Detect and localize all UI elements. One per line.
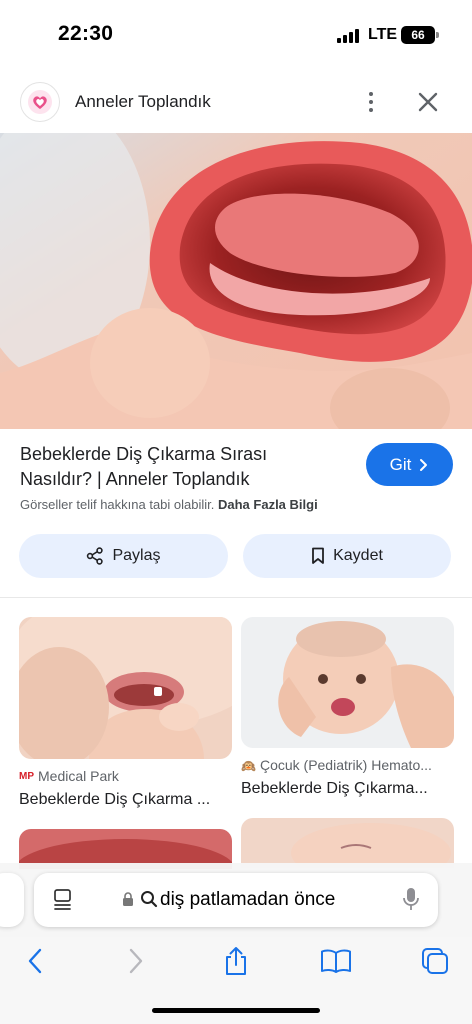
related-source: MP Medical Park xyxy=(19,768,119,784)
share-icon xyxy=(87,547,104,565)
search-icon xyxy=(141,891,158,908)
microphone-icon[interactable] xyxy=(402,887,420,913)
related-thumbnail[interactable] xyxy=(19,617,232,759)
save-label: Kaydet xyxy=(333,547,383,564)
previous-tab-peek[interactable] xyxy=(0,873,24,927)
go-button[interactable]: Git xyxy=(366,443,453,486)
related-title[interactable]: Bebeklerde Diş Çıkarma... xyxy=(241,780,454,798)
home-indicator xyxy=(152,1008,320,1013)
related-card[interactable] xyxy=(241,818,454,868)
share-button[interactable]: Paylaş xyxy=(19,534,228,578)
signal-icon xyxy=(337,29,361,43)
back-icon[interactable] xyxy=(13,941,57,981)
more-info-link[interactable]: Daha Fazla Bilgi xyxy=(218,497,318,512)
forward-icon[interactable] xyxy=(114,941,158,981)
share-label: Paylaş xyxy=(112,547,161,564)
source-header: Anneler Toplandık xyxy=(0,76,472,128)
hero-image[interactable] xyxy=(0,133,472,429)
copyright-notice: Görseller telif hakkına tabi olabilir. D… xyxy=(20,497,318,512)
address-bar[interactable]: diş patlamadan önce xyxy=(34,873,438,927)
browser-toolbar xyxy=(0,937,472,1024)
share-sheet-icon[interactable] xyxy=(214,941,258,981)
bookmark-icon xyxy=(312,547,324,564)
source-name[interactable]: Anneler Toplandık xyxy=(75,92,211,112)
heart-logo-icon[interactable] xyxy=(20,82,60,122)
related-source: 🙉 Çocuk (Pediatrik) Hemato... xyxy=(241,757,432,773)
related-card[interactable]: MP Medical Park Bebeklerde Diş Çıkarma ..… xyxy=(19,617,232,812)
chevron-right-icon xyxy=(420,458,428,471)
lock-icon xyxy=(123,892,133,906)
more-options-icon[interactable] xyxy=(359,88,383,116)
status-bar: 22:30 LTE 66 xyxy=(0,0,472,70)
divider xyxy=(0,597,472,598)
related-thumbnail[interactable] xyxy=(241,818,454,868)
related-thumbnail[interactable] xyxy=(241,617,454,748)
address-bar-area: diş patlamadan önce xyxy=(0,863,472,937)
related-title[interactable]: Bebeklerde Diş Çıkarma ... xyxy=(19,791,232,809)
bookmarks-icon[interactable] xyxy=(314,941,358,981)
copyright-text: Görseller telif hakkına tabi olabilir. xyxy=(20,497,215,512)
battery-icon: 66 xyxy=(401,26,439,44)
result-title[interactable]: Bebeklerde Diş Çıkarma Sırası Nasıldır? … xyxy=(20,442,340,492)
page-menu-icon[interactable] xyxy=(52,888,74,912)
status-time: 22:30 xyxy=(58,22,114,45)
address-text[interactable]: diş patlamadan önce xyxy=(160,889,335,911)
related-card[interactable]: 🙉 Çocuk (Pediatrik) Hemato... Bebeklerde … xyxy=(241,617,454,812)
close-icon[interactable] xyxy=(414,88,442,116)
medical-park-logo-icon: MP xyxy=(19,771,34,782)
monkey-logo-icon: 🙉 xyxy=(241,759,256,773)
go-button-label: Git xyxy=(389,454,412,474)
network-label: LTE xyxy=(368,26,398,43)
save-button[interactable]: Kaydet xyxy=(243,534,451,578)
tabs-icon[interactable] xyxy=(413,941,457,981)
